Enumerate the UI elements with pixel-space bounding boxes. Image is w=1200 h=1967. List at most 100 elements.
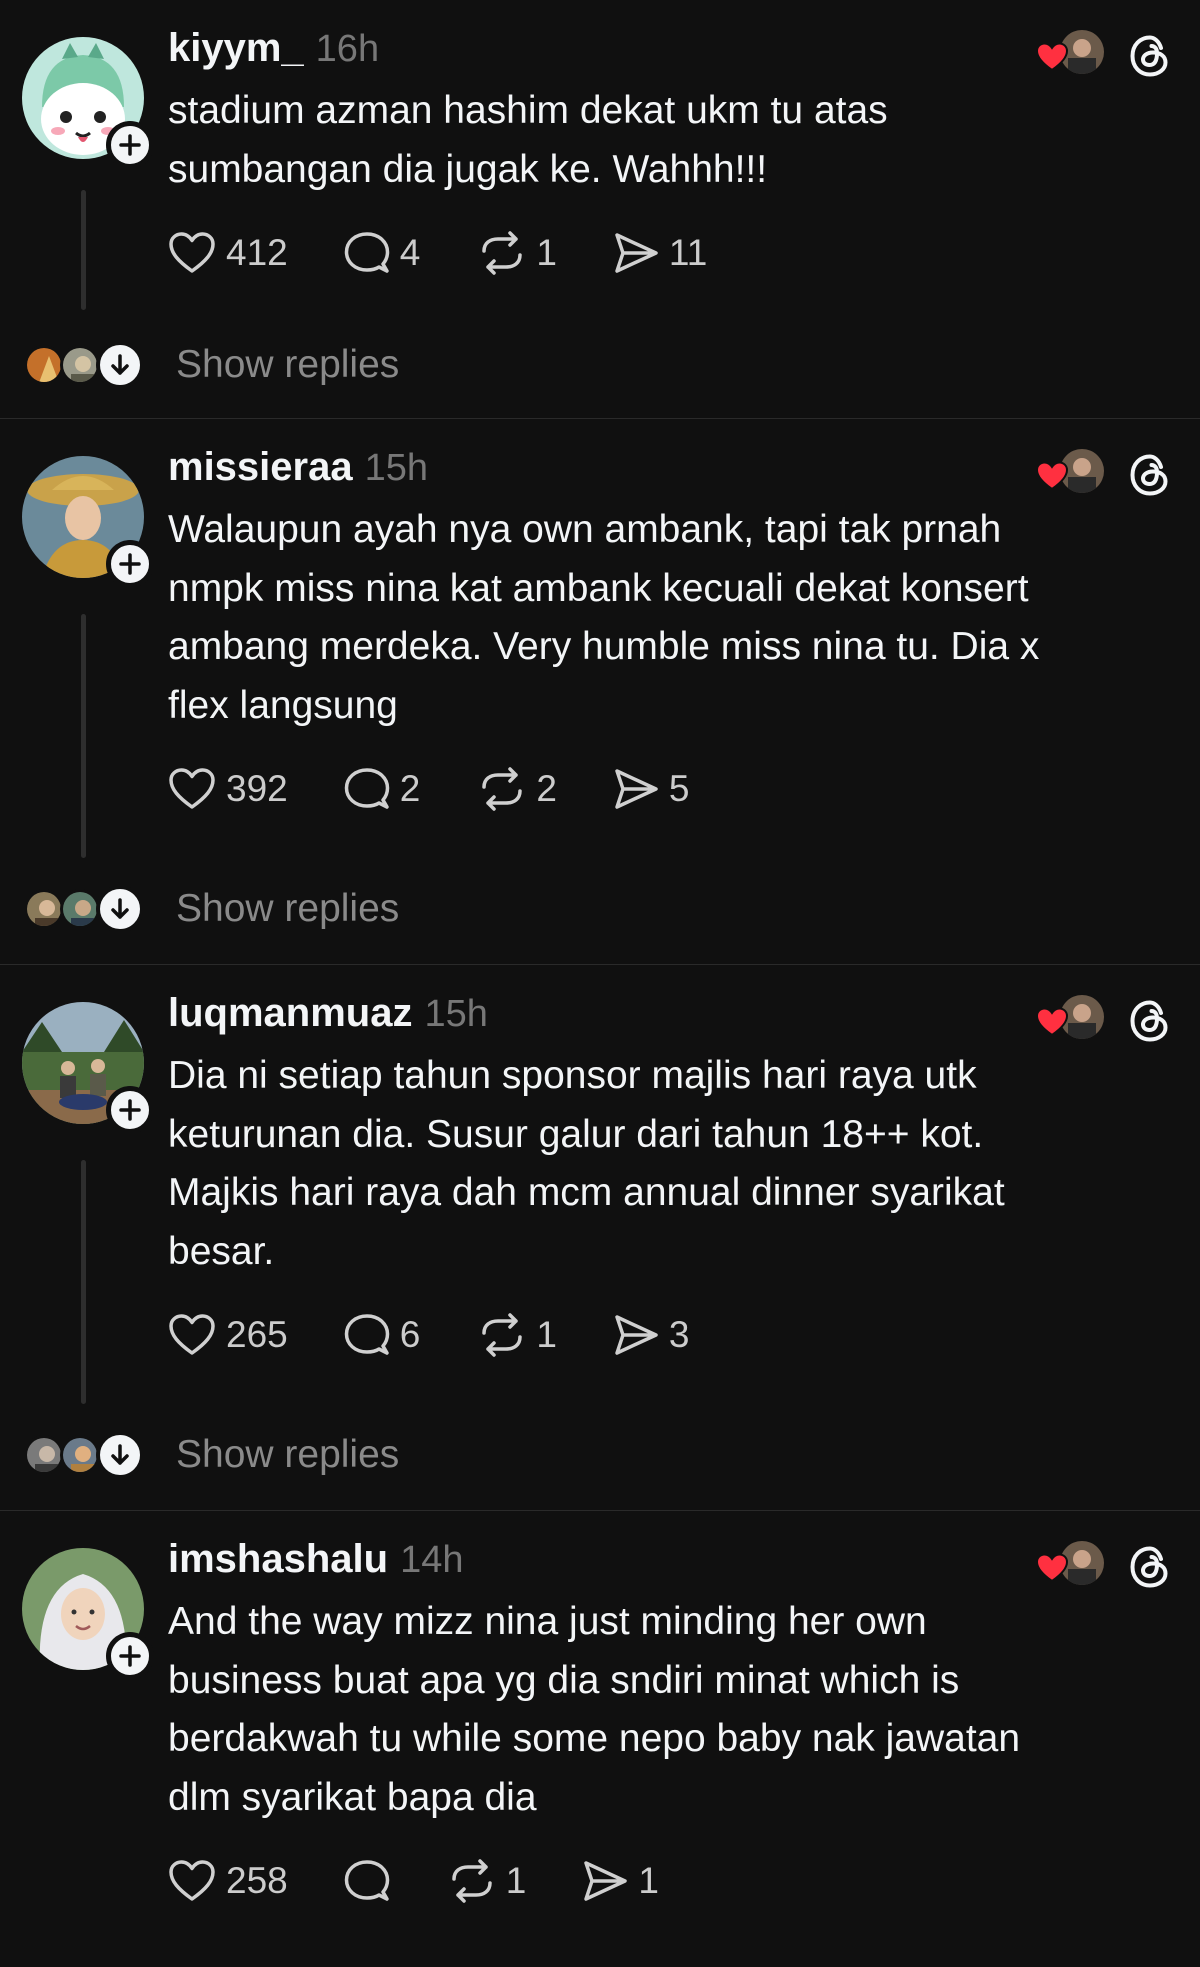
speech-bubble-icon	[344, 232, 389, 273]
liked-by-author	[1032, 995, 1104, 1047]
show-replies-row[interactable]: Show replies	[24, 885, 399, 933]
post-text-line: business buat apa yg dia sndiri minat wh…	[168, 1658, 960, 1702]
repost-count: 1	[536, 1314, 557, 1355]
heart-outline-icon	[169, 1860, 215, 1901]
action-bar: 412 4 1 11	[168, 223, 1140, 283]
liked-by-author	[1032, 30, 1104, 82]
post-text-line: nmpk miss nina kat ambank kecuali dekat …	[168, 566, 1029, 610]
arrow-down-icon	[111, 354, 129, 375]
repost-arrows-icon	[482, 231, 523, 275]
follow-button[interactable]	[106, 121, 154, 169]
threads-logo-icon[interactable]	[1128, 453, 1172, 497]
timestamp: 15h	[364, 447, 428, 489]
share-button[interactable]: 3	[613, 1313, 689, 1357]
like-button[interactable]: 258	[168, 1859, 288, 1903]
show-replies-link[interactable]: Show replies	[176, 887, 399, 931]
timestamp: 14h	[400, 1539, 464, 1581]
arrow-down-icon	[111, 898, 129, 919]
username[interactable]: luqmanmuaz	[168, 991, 412, 1036]
heart-outline-icon	[169, 1314, 215, 1355]
post-text: stadium azman hashim dekat ukm tu atas s…	[168, 82, 1140, 199]
show-replies-link[interactable]: Show replies	[176, 1433, 399, 1477]
reply-avatar	[60, 345, 100, 385]
heart-outline-icon	[169, 232, 215, 273]
send-paper-plane-icon	[615, 233, 658, 273]
liked-by-author	[1032, 449, 1104, 501]
repost-arrows-icon	[482, 767, 523, 811]
red-heart-icon	[1036, 42, 1068, 72]
reply-avatar	[24, 889, 64, 929]
post-text-line: besar.	[168, 1229, 275, 1273]
like-button[interactable]: 265	[168, 1313, 288, 1357]
username[interactable]: missieraa	[168, 445, 353, 490]
action-bar: 265 6 1 3	[168, 1305, 1140, 1365]
like-count: 392	[226, 768, 288, 809]
red-heart-icon	[1036, 1553, 1068, 1583]
share-button[interactable]: 1	[582, 1859, 659, 1903]
share-button[interactable]: 5	[613, 767, 690, 811]
post-text-line: stadium azman hashim dekat ukm tu atas	[168, 89, 888, 132]
repost-arrows-icon	[451, 1859, 492, 1903]
reply-button[interactable]: 6	[344, 1313, 420, 1357]
like-button[interactable]: 392	[168, 767, 288, 811]
post-text-line: And the way mizz nina just minding her o…	[168, 1600, 927, 1643]
username[interactable]: kiyym_	[168, 26, 304, 71]
share-button[interactable]: 11	[613, 231, 707, 275]
post-text-line: flex langsung	[168, 683, 398, 727]
follow-button[interactable]	[106, 1632, 154, 1680]
plus-icon	[119, 553, 141, 575]
timestamp: 15h	[424, 993, 488, 1035]
show-replies-row[interactable]: Show replies	[24, 1431, 399, 1479]
repost-count: 1	[505, 1860, 527, 1901]
liked-by-author	[1032, 1541, 1104, 1593]
expand-replies-button[interactable]	[96, 885, 144, 933]
show-replies-link[interactable]: Show replies	[176, 343, 399, 387]
expand-replies-button[interactable]	[96, 341, 144, 389]
repost-button[interactable]: 2	[478, 767, 557, 811]
reply-avatar	[60, 889, 100, 929]
speech-bubble-icon	[344, 1860, 389, 1901]
show-replies-row[interactable]: Show replies	[24, 341, 399, 389]
post-text-line: dlm syarikat bapa dia	[168, 1775, 537, 1819]
post-text-line: Majkis hari raya dah mcm annual dinner s…	[168, 1171, 1005, 1214]
repost-button[interactable]: 1	[478, 231, 557, 275]
reply-button[interactable]: 4	[344, 231, 421, 275]
timestamp: 16h	[315, 28, 380, 70]
reply-count: 4	[399, 232, 421, 273]
post-text: Walaupun ayah nya own ambank, tapi tak p…	[168, 501, 1140, 735]
post-meta-right	[1032, 995, 1172, 1047]
expand-replies-button[interactable]	[96, 1431, 144, 1479]
repost-button[interactable]: 1	[478, 1313, 557, 1357]
share-count: 1	[638, 1860, 659, 1901]
arrow-down-icon	[111, 1444, 129, 1465]
author-avatar-wrap	[22, 1548, 154, 1680]
follow-button[interactable]	[106, 1086, 154, 1134]
share-count: 5	[668, 768, 690, 809]
heart-outline-icon	[169, 768, 215, 809]
post-meta-right	[1032, 449, 1172, 501]
repost-button[interactable]: 1	[448, 1859, 527, 1903]
post-meta-right	[1032, 1541, 1172, 1593]
repost-count: 1	[536, 232, 557, 273]
send-paper-plane-icon	[615, 769, 658, 809]
follow-button[interactable]	[106, 540, 154, 588]
reply-count: 2	[399, 768, 421, 809]
reply-avatars	[24, 1431, 144, 1479]
post-meta-right	[1032, 30, 1172, 82]
post-text: And the way mizz nina just minding her o…	[168, 1593, 1140, 1827]
post-missieraa: missieraa 15h Walaupun ayah nya own amba…	[0, 419, 1200, 965]
reply-avatars	[24, 885, 144, 933]
reply-button[interactable]	[344, 1859, 390, 1903]
action-bar: 258 1 1	[168, 1851, 1140, 1911]
reply-button[interactable]: 2	[344, 767, 421, 811]
action-bar: 392 2 2 5	[168, 759, 1140, 819]
threads-logo-icon[interactable]	[1128, 34, 1172, 78]
post-text-line: keturunan dia. Susur galur dari tahun 18…	[168, 1112, 984, 1156]
username[interactable]: imshashalu	[168, 1537, 388, 1582]
threads-logo-icon[interactable]	[1128, 999, 1172, 1043]
thread-line	[81, 614, 86, 858]
speech-bubble-icon	[344, 768, 389, 809]
threads-logo-icon[interactable]	[1128, 1545, 1172, 1589]
post-imshashalu: imshashalu 14h And the way mizz nina jus…	[0, 1511, 1200, 1967]
like-button[interactable]: 412	[168, 231, 288, 275]
